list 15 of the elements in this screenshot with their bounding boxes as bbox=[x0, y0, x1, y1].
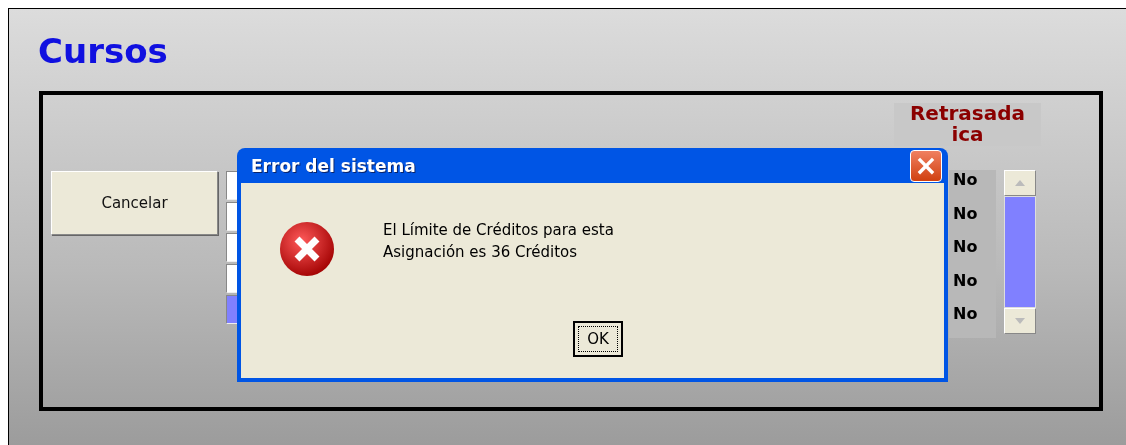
table-cell-text: No bbox=[952, 304, 978, 325]
page-title: Cursos bbox=[38, 31, 168, 73]
error-message: El Límite de Créditos para esta Asignación es 36 Créditos bbox=[383, 220, 614, 263]
table-cell-text: No bbox=[952, 237, 978, 258]
error-icon bbox=[279, 221, 337, 279]
table-cell-text: No bbox=[952, 170, 978, 191]
scrollbar[interactable] bbox=[1004, 170, 1036, 334]
down-arrow-icon bbox=[1015, 318, 1025, 324]
cancel-button[interactable]: Cancelar bbox=[51, 171, 218, 235]
up-arrow-icon bbox=[1015, 180, 1025, 186]
dialog-title: Error del sistema bbox=[251, 155, 416, 176]
ok-button[interactable]: OK bbox=[573, 321, 623, 357]
table-cell-text: No bbox=[952, 270, 978, 292]
table-cell-text: No bbox=[952, 203, 978, 225]
close-button[interactable]: × bbox=[910, 149, 942, 182]
